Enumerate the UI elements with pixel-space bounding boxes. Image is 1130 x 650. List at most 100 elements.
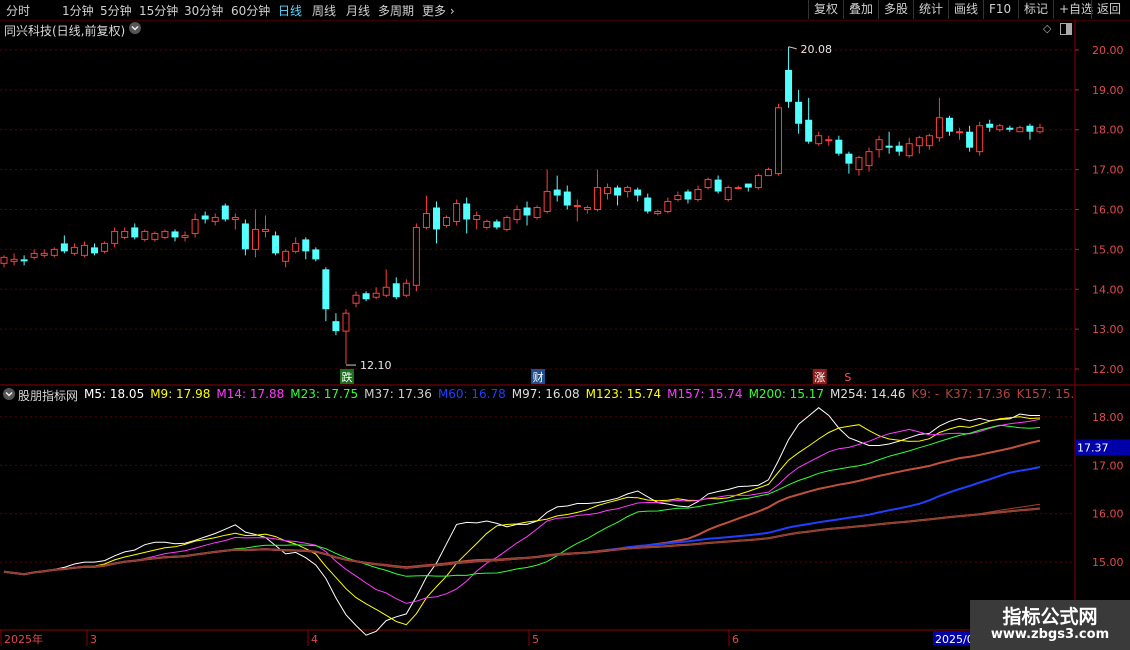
candle bbox=[141, 229, 149, 242]
candle bbox=[493, 219, 501, 230]
candle bbox=[1036, 123, 1044, 134]
candle-body bbox=[1036, 127, 1044, 133]
candle-body bbox=[935, 117, 943, 139]
candle-body bbox=[262, 228, 270, 232]
indicator-tick-label: 17.00 bbox=[1092, 459, 1124, 472]
candle bbox=[292, 237, 300, 254]
price-tick-label: 12.00 bbox=[1092, 363, 1124, 376]
candle bbox=[664, 197, 672, 214]
candle-body bbox=[573, 205, 581, 208]
candle bbox=[724, 185, 732, 202]
candle bbox=[131, 223, 139, 240]
candle bbox=[191, 213, 199, 238]
candle bbox=[443, 215, 451, 228]
candle bbox=[312, 247, 320, 262]
candle-body bbox=[603, 187, 611, 195]
date-label: 6 bbox=[732, 633, 739, 646]
candle-body bbox=[624, 187, 632, 193]
candle-body bbox=[433, 207, 441, 230]
candle-body bbox=[966, 131, 974, 148]
candle-body bbox=[60, 243, 68, 252]
candle-body bbox=[614, 187, 622, 196]
candle-body bbox=[1016, 127, 1024, 133]
candle bbox=[422, 195, 430, 230]
ma-line bbox=[3, 508, 1041, 575]
candle bbox=[70, 243, 78, 256]
candle bbox=[1006, 125, 1014, 132]
candle-body bbox=[503, 216, 511, 230]
candle bbox=[925, 133, 933, 150]
candle bbox=[342, 309, 350, 365]
candle-body bbox=[372, 292, 380, 298]
candle-body bbox=[131, 227, 139, 238]
candle bbox=[684, 189, 692, 204]
candle bbox=[845, 151, 853, 174]
watermark-line1: 指标公式网 bbox=[1002, 606, 1098, 628]
candle bbox=[0, 255, 8, 268]
candle-body bbox=[201, 215, 209, 220]
candle-body bbox=[895, 145, 903, 152]
candle bbox=[362, 291, 370, 302]
ma-line bbox=[3, 507, 1041, 576]
candle-body bbox=[473, 214, 481, 220]
candle bbox=[714, 175, 722, 194]
candle bbox=[543, 169, 551, 214]
ma-line bbox=[3, 407, 1040, 636]
candle-body bbox=[211, 216, 219, 222]
candle bbox=[583, 205, 591, 214]
candle bbox=[20, 255, 28, 266]
ma-line bbox=[3, 507, 1041, 576]
candle-body bbox=[241, 223, 249, 250]
candle-body bbox=[272, 235, 280, 254]
candle bbox=[473, 211, 481, 230]
candle-body bbox=[251, 228, 259, 250]
candle bbox=[593, 169, 601, 212]
candle-body bbox=[70, 246, 78, 254]
candle-body bbox=[161, 230, 169, 238]
candle-body bbox=[543, 191, 551, 212]
candle-body bbox=[996, 125, 1004, 131]
candle bbox=[322, 267, 330, 322]
candle bbox=[634, 187, 642, 202]
candle-body bbox=[1026, 125, 1034, 132]
candle-body bbox=[744, 183, 752, 188]
candle-body bbox=[1006, 127, 1014, 130]
watermark: 指标公式网 www.zbgs3.com bbox=[970, 600, 1130, 650]
candle-body bbox=[634, 189, 642, 196]
candle bbox=[201, 211, 209, 224]
ma-line bbox=[3, 424, 1041, 577]
date-label: 3 bbox=[90, 633, 97, 646]
candle bbox=[382, 269, 390, 298]
candle bbox=[614, 185, 622, 206]
candle-body bbox=[835, 139, 843, 154]
candle-body bbox=[382, 286, 390, 296]
candle bbox=[121, 227, 129, 240]
candle-body bbox=[483, 220, 491, 228]
candle bbox=[151, 231, 159, 242]
candle-body bbox=[734, 187, 742, 190]
watermark-line2: www.zbgs3.com bbox=[990, 627, 1110, 642]
candle-body bbox=[644, 197, 652, 212]
candle-body bbox=[332, 321, 340, 332]
candle-body bbox=[925, 135, 933, 147]
candle bbox=[976, 121, 984, 156]
ma-line bbox=[3, 508, 1041, 575]
candle bbox=[573, 199, 581, 222]
candle bbox=[282, 249, 290, 268]
event-tag: 跌 bbox=[341, 370, 352, 384]
candle-body bbox=[453, 203, 461, 222]
candle-body bbox=[583, 207, 591, 210]
candle-body bbox=[412, 226, 420, 286]
event-tag: 涨 bbox=[814, 371, 825, 384]
candle bbox=[30, 249, 38, 260]
event-tag: S bbox=[844, 371, 851, 384]
candle-body bbox=[121, 230, 129, 238]
candle-body bbox=[221, 205, 229, 220]
candle-body bbox=[845, 153, 853, 164]
candle bbox=[704, 177, 712, 190]
candle-body bbox=[714, 179, 722, 192]
candle-body bbox=[20, 259, 28, 262]
candle-body bbox=[282, 250, 290, 262]
candle bbox=[905, 137, 913, 158]
candle-body bbox=[875, 139, 883, 151]
